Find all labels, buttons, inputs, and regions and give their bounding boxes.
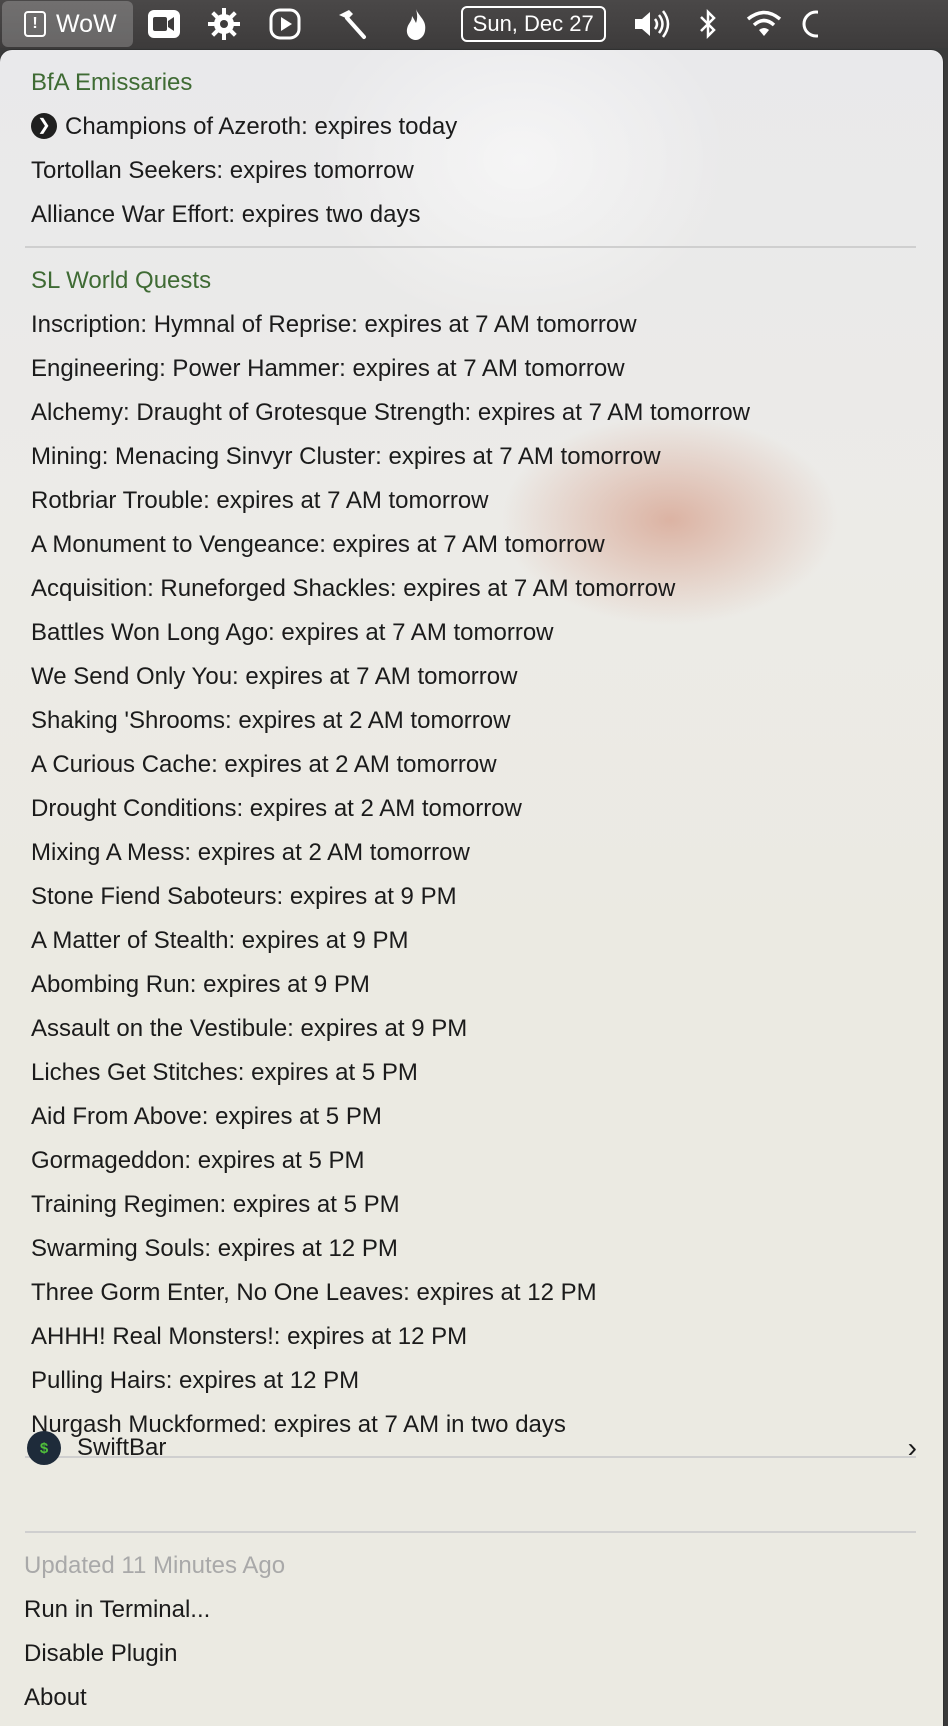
separator xyxy=(25,1531,916,1533)
gear-icon[interactable] xyxy=(207,4,241,44)
swiftbar-label: SwiftBar xyxy=(77,1434,167,1461)
quest-item[interactable]: Battles Won Long Ago: expires at 7 AM to… xyxy=(31,611,554,655)
quest-item[interactable]: We Send Only You: expires at 7 AM tomorr… xyxy=(31,655,517,699)
quest-item[interactable]: Acquisition: Runeforged Shackles: expire… xyxy=(31,567,675,611)
plugin-dropdown-menu: BfA Emissaries ❯ Champions of Azeroth: ex… xyxy=(0,50,943,1726)
flame-icon[interactable] xyxy=(403,4,429,44)
wow-status-item[interactable]: ! WoW xyxy=(2,1,133,47)
bfa-emissaries-header: BfA Emissaries xyxy=(31,69,193,96)
quest-item[interactable]: Engineering: Power Hammer: expires at 7 … xyxy=(31,347,625,391)
quest-item[interactable]: Rotbriar Trouble: expires at 7 AM tomorr… xyxy=(31,479,489,523)
quest-item[interactable]: Alchemy: Draught of Grotesque Strength: … xyxy=(31,391,750,435)
quest-item[interactable]: Mining: Menacing Sinvyr Cluster: expires… xyxy=(31,435,661,479)
quest-item[interactable]: Three Gorm Enter, No One Leaves: expires… xyxy=(31,1271,597,1315)
quest-item[interactable]: Liches Get Stitches: expires at 5 PM xyxy=(31,1051,418,1095)
quest-item[interactable]: A Monument to Vengeance: expires at 7 AM… xyxy=(31,523,605,567)
about-item[interactable]: About xyxy=(24,1676,87,1720)
bfa-item[interactable]: Alliance War Effort: expires two days xyxy=(31,193,420,237)
status-item-title: WoW xyxy=(56,9,117,38)
quest-item[interactable]: Pulling Hairs: expires at 12 PM xyxy=(31,1359,359,1403)
chevron-right-circle-icon: ❯ xyxy=(31,112,57,139)
play-icon[interactable] xyxy=(269,4,301,44)
quest-item[interactable]: Gormageddon: expires at 5 PM xyxy=(31,1139,365,1183)
quest-item[interactable]: Stone Fiend Saboteurs: expires at 9 PM xyxy=(31,875,457,919)
alert-icon: ! xyxy=(24,11,46,37)
swiftbar-submenu[interactable]: $ SwiftBar › xyxy=(27,1423,917,1473)
quest-item[interactable]: Abombing Run: expires at 9 PM xyxy=(31,963,370,1007)
bfa-item[interactable]: ❯ Champions of Azeroth: expires today xyxy=(31,105,457,149)
quest-item[interactable]: A Matter of Stealth: expires at 9 PM xyxy=(31,919,409,963)
hammer-icon[interactable] xyxy=(333,4,367,44)
quest-item[interactable]: Training Regimen: expires at 5 PM xyxy=(31,1183,400,1227)
control-center-icon[interactable] xyxy=(798,4,818,44)
quest-item[interactable]: Mixing A Mess: expires at 2 AM tomorrow xyxy=(31,831,470,875)
quest-item[interactable]: Swarming Souls: expires at 12 PM xyxy=(31,1227,398,1271)
quest-item[interactable]: Aid From Above: expires at 5 PM xyxy=(31,1095,382,1139)
volume-icon[interactable] xyxy=(632,4,672,44)
disable-plugin-item[interactable]: Disable Plugin xyxy=(24,1632,177,1676)
wifi-icon[interactable] xyxy=(746,4,782,44)
run-in-terminal-item[interactable]: Run in Terminal... xyxy=(24,1588,210,1632)
sl-world-quests-header: SL World Quests xyxy=(31,267,212,294)
quest-item[interactable]: Drought Conditions: expires at 2 AM tomo… xyxy=(31,787,522,831)
updated-status: Updated 11 Minutes Ago xyxy=(24,1552,286,1579)
quest-item[interactable]: A Curious Cache: expires at 2 AM tomorro… xyxy=(31,743,497,787)
quest-item[interactable]: Inscription: Hymnal of Reprise: expires … xyxy=(31,303,637,347)
bluetooth-icon[interactable] xyxy=(698,4,718,44)
quest-item[interactable]: AHHH! Real Monsters!: expires at 12 PM xyxy=(31,1315,467,1359)
quest-item[interactable]: Assault on the Vestibule: expires at 9 P… xyxy=(31,1007,467,1051)
quest-item[interactable]: Shaking 'Shrooms: expires at 2 AM tomorr… xyxy=(31,699,510,743)
separator xyxy=(25,246,916,248)
menu-bar: ! WoW Sun, Dec 27 xyxy=(0,0,948,48)
menubar-date[interactable]: Sun, Dec 27 xyxy=(460,6,606,42)
bfa-item[interactable]: Tortollan Seekers: expires tomorrow xyxy=(31,149,414,193)
chevron-right-icon: › xyxy=(907,1432,917,1463)
video-icon[interactable] xyxy=(147,4,181,44)
swiftbar-logo-icon: $ xyxy=(27,1431,61,1465)
